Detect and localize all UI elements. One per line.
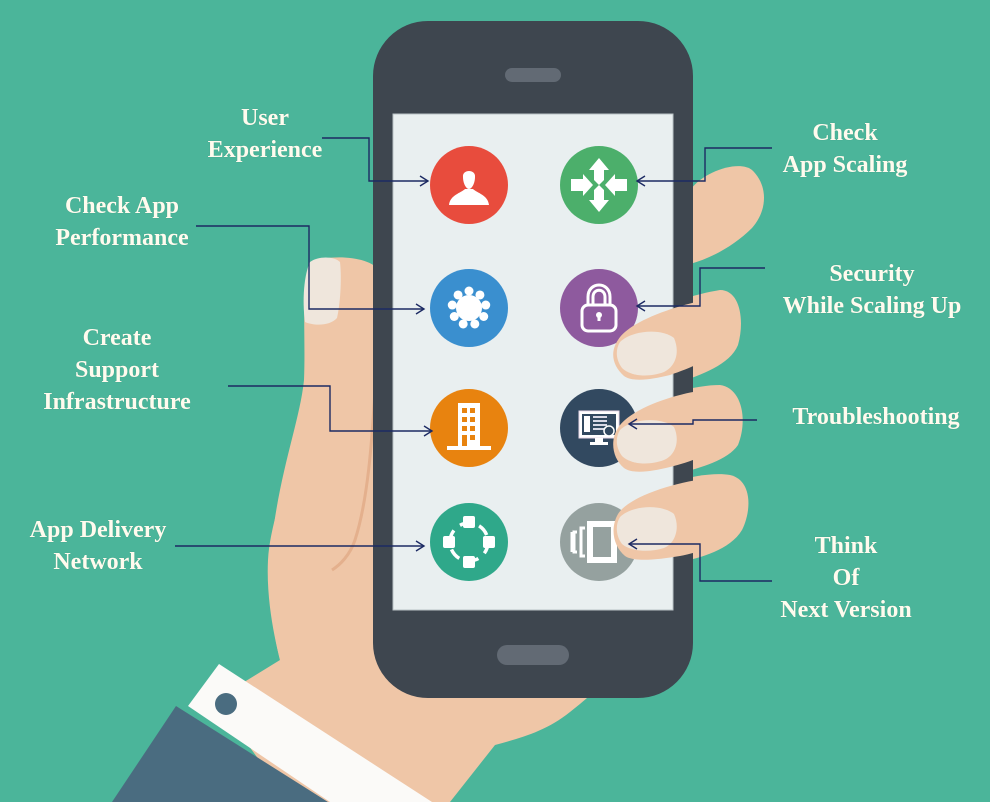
- label-line: Of: [832, 565, 860, 591]
- label-troubleshooting: Troubleshooting: [792, 401, 959, 433]
- label-line: Check: [812, 120, 878, 146]
- label-line: Infrastructure: [43, 389, 191, 415]
- label-create-support-infrastructure: Create Support Infrastructure: [43, 322, 191, 418]
- label-line: Next Version: [780, 597, 912, 623]
- cuff-button: [215, 693, 237, 715]
- feature-icon-create-support-infrastructure[interactable]: [430, 389, 508, 467]
- phone-home-button: [497, 645, 569, 665]
- feature-icon-user-experience[interactable]: [430, 146, 508, 224]
- label-line: Troubleshooting: [792, 404, 960, 430]
- infographic: User Experience Check App Scaling Check App P…: [0, 0, 990, 802]
- label-app-delivery-network: App Delivery Network: [30, 514, 167, 578]
- label-line: App Scaling: [782, 152, 908, 178]
- feature-icon-app-delivery-network[interactable]: [430, 503, 508, 581]
- label-line: Think: [814, 533, 878, 559]
- label-line: While Scaling Up: [782, 293, 962, 319]
- label-line: App Delivery: [29, 517, 167, 543]
- label-line: Network: [53, 549, 143, 575]
- icon-circle: [430, 503, 508, 581]
- finger-2-tip-nail: [616, 331, 677, 376]
- finger-3-tip-nail: [616, 420, 677, 464]
- label-security-while-scaling-up: Security While Scaling Up: [783, 258, 962, 322]
- label-think-of-next-version: Think Of Next Version: [780, 530, 911, 626]
- label-line: Support: [74, 357, 160, 383]
- label-line: Create: [82, 325, 152, 351]
- feature-icon-check-app-scaling[interactable]: [560, 146, 638, 224]
- label-line: Check App: [64, 193, 180, 219]
- label-line: Security: [829, 261, 915, 287]
- label-check-app-performance: Check App Performance: [55, 190, 188, 254]
- feature-icon-check-app-performance[interactable]: [430, 269, 508, 347]
- label-line: User: [241, 105, 289, 131]
- label-user-experience: User Experience: [208, 102, 323, 166]
- phone-speaker: [505, 68, 561, 82]
- label-check-app-scaling: Check App Scaling: [783, 117, 908, 181]
- label-line: Experience: [207, 137, 323, 163]
- label-line: Performance: [55, 225, 189, 251]
- fingers-over-screen: [613, 300, 738, 560]
